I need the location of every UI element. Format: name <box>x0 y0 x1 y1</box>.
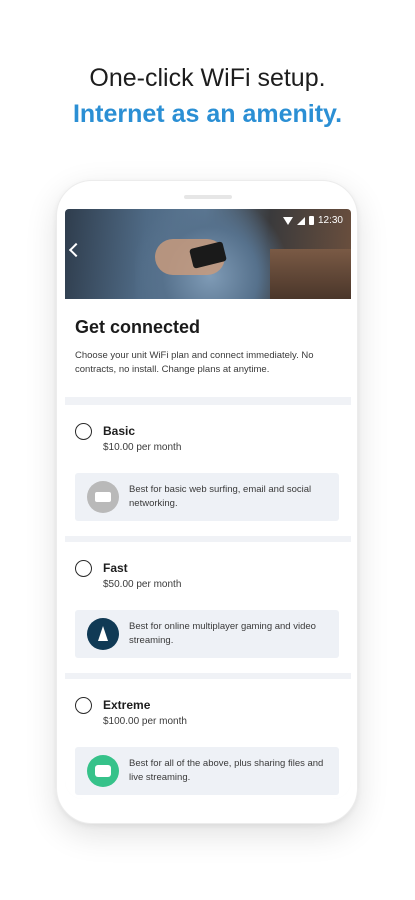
phone-mockup: 12:30 Get connected Choose your unit WiF… <box>56 180 358 824</box>
plan-note: Best for all of the above, plus sharing … <box>75 747 339 795</box>
plan-price: $100.00 per month <box>103 716 187 727</box>
plan-note-text: Best for online multiplayer gaming and v… <box>129 621 316 646</box>
plan-note: Best for basic web surfing, email and so… <box>75 473 339 521</box>
plan-price: $50.00 per month <box>103 579 182 590</box>
plan-card-extreme[interactable]: Extreme $100.00 per month Best for all o… <box>65 679 351 799</box>
radio-fast[interactable] <box>75 560 92 577</box>
hero-background-shelf <box>270 249 351 299</box>
phone-screen: 12:30 Get connected Choose your unit WiF… <box>65 209 351 799</box>
hero-image: 12:30 <box>65 209 351 299</box>
plan-card-basic[interactable]: Basic $10.00 per month Best for basic we… <box>65 405 351 536</box>
phone-speaker <box>184 195 232 199</box>
headline-secondary: Internet as an amenity. <box>72 100 343 128</box>
plan-price: $10.00 per month <box>103 442 182 453</box>
plan-card-fast[interactable]: Fast $50.00 per month Best for online mu… <box>65 542 351 673</box>
plan-name: Basic <box>103 424 136 438</box>
plan-note-text: Best for basic web surfing, email and so… <box>129 484 312 509</box>
status-bar: 12:30 <box>282 215 343 226</box>
plan-name: Extreme <box>103 698 151 712</box>
intro-section: Get connected Choose your unit WiFi plan… <box>65 299 351 397</box>
headline-primary: One-click WiFi setup. <box>89 64 326 92</box>
back-chevron-icon[interactable] <box>68 242 84 258</box>
router-icon <box>87 481 119 513</box>
signal-icon <box>296 216 305 225</box>
status-time: 12:30 <box>317 215 343 226</box>
radio-basic[interactable] <box>75 423 92 440</box>
plan-note-text: Best for all of the above, plus sharing … <box>129 758 324 783</box>
wifi-icon <box>282 216 293 225</box>
radio-extreme[interactable] <box>75 697 92 714</box>
page-title: Get connected <box>75 317 201 337</box>
battery-icon <box>308 216 314 225</box>
media-icon <box>87 755 119 787</box>
rocket-icon <box>87 618 119 650</box>
page-description: Choose your unit WiFi plan and connect i… <box>75 350 314 375</box>
plan-note: Best for online multiplayer gaming and v… <box>75 610 339 658</box>
plan-name: Fast <box>103 561 128 575</box>
